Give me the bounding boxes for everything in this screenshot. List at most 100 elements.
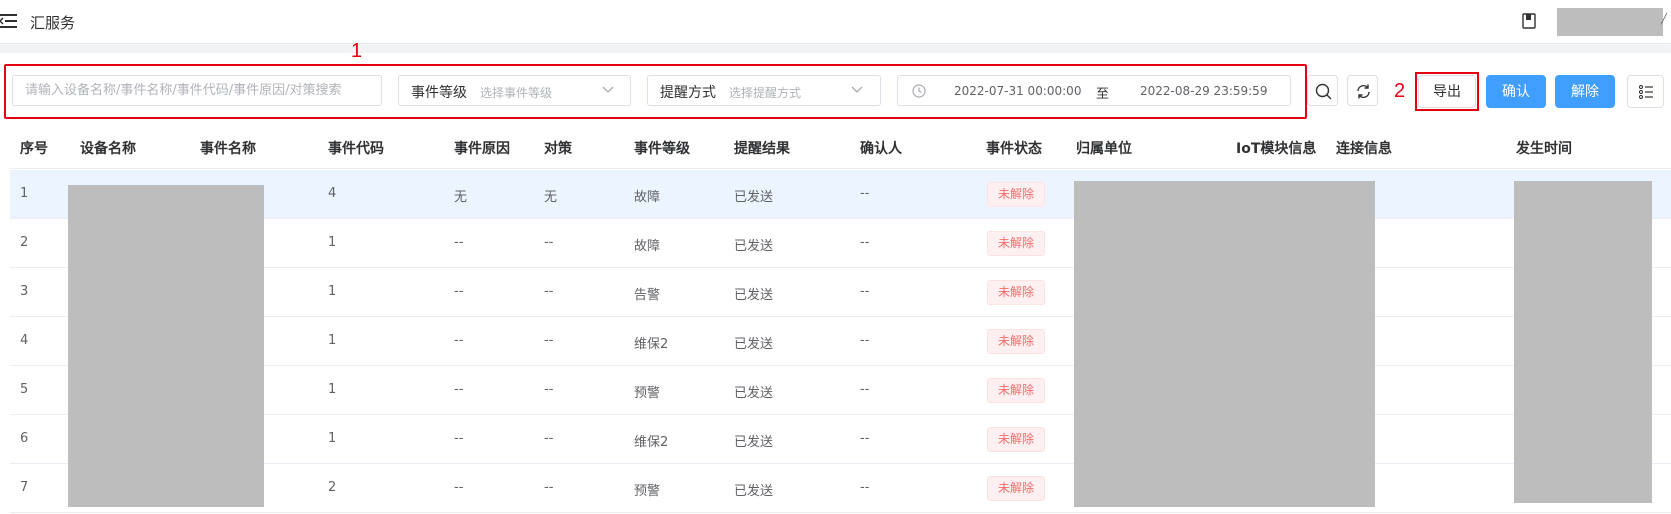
cell-level: 故障 bbox=[634, 239, 661, 254]
search-icon bbox=[1315, 83, 1332, 100]
cell-result: 已发送 bbox=[734, 435, 774, 450]
annotation-label-1: 1 bbox=[351, 40, 363, 62]
app-title: 汇服务 bbox=[30, 14, 76, 32]
date-end[interactable]: 2022-08-29 23:59:59 bbox=[1140, 84, 1267, 98]
cell-no: 3 bbox=[20, 284, 29, 299]
date-start[interactable]: 2022-07-31 00:00:00 bbox=[954, 84, 1081, 98]
cell-code: 1 bbox=[328, 333, 337, 348]
cell-result: 已发送 bbox=[734, 386, 774, 401]
cell-level: 维保2 bbox=[634, 435, 669, 450]
cell-level: 预警 bbox=[634, 484, 661, 499]
event-level-label: 事件等级 bbox=[411, 85, 467, 101]
cell-no: 1 bbox=[20, 186, 29, 201]
cell-measure: -- bbox=[544, 333, 554, 348]
status-badge: 未解除 bbox=[987, 378, 1045, 403]
column-header[interactable]: 事件原因 bbox=[454, 138, 510, 158]
column-header[interactable]: 归属单位 bbox=[1076, 138, 1132, 158]
cell-measure: -- bbox=[544, 284, 554, 299]
date-range-picker[interactable]: 2022-07-31 00:00:00 至 2022-08-29 23:59:5… bbox=[897, 75, 1291, 106]
refresh-button[interactable] bbox=[1347, 75, 1378, 106]
cell-result: 已发送 bbox=[734, 239, 774, 254]
column-header[interactable]: 事件名称 bbox=[200, 138, 256, 158]
cell-result: 已发送 bbox=[734, 288, 774, 303]
cell-code: 1 bbox=[328, 431, 337, 446]
cell-reason: -- bbox=[454, 480, 464, 495]
release-button[interactable]: 解除 bbox=[1555, 75, 1615, 108]
cell-confirmer: -- bbox=[860, 186, 870, 201]
cell-reason: -- bbox=[454, 333, 464, 348]
cell-measure: -- bbox=[544, 235, 554, 250]
table-header: 序号 设备名称 事件名称 事件代码 事件原因 对策 事件等级 提醒结果 确认人 … bbox=[10, 125, 1671, 169]
cell-result: 已发送 bbox=[734, 484, 774, 499]
column-header[interactable]: 对策 bbox=[544, 138, 572, 158]
cell-reason: -- bbox=[454, 431, 464, 446]
app-header: 汇服务 ╱ bbox=[0, 0, 1671, 44]
cell-no: 2 bbox=[20, 235, 29, 250]
event-level-placeholder: 选择事件等级 bbox=[480, 86, 553, 100]
cell-code: 2 bbox=[328, 480, 337, 495]
status-badge: 未解除 bbox=[987, 231, 1045, 256]
list-settings-icon bbox=[1639, 85, 1653, 99]
cell-reason: -- bbox=[454, 284, 464, 299]
cell-reason: -- bbox=[454, 235, 464, 250]
cell-code: 1 bbox=[328, 235, 337, 250]
cell-measure: -- bbox=[544, 480, 554, 495]
column-header[interactable]: IoT模块信息 bbox=[1236, 138, 1316, 158]
column-header[interactable]: 提醒结果 bbox=[734, 138, 790, 158]
cell-no: 6 bbox=[20, 431, 29, 446]
redacted-user-info[interactable] bbox=[1557, 8, 1663, 36]
cell-result: 已发送 bbox=[734, 337, 774, 352]
column-header[interactable]: 连接信息 bbox=[1336, 138, 1392, 158]
column-header[interactable]: 事件等级 bbox=[634, 138, 690, 158]
cell-confirmer: -- bbox=[860, 333, 870, 348]
column-header[interactable]: 事件状态 bbox=[986, 138, 1042, 158]
remind-method-select[interactable]: 提醒方式 选择提醒方式 bbox=[647, 75, 881, 106]
cell-code: 1 bbox=[328, 382, 337, 397]
redacted-occurrence-time bbox=[1514, 181, 1652, 503]
cell-measure: -- bbox=[544, 431, 554, 446]
cell-level: 维保2 bbox=[634, 337, 669, 352]
column-header[interactable]: 发生时间 bbox=[1516, 138, 1572, 158]
status-badge: 未解除 bbox=[987, 280, 1045, 305]
status-badge: 未解除 bbox=[987, 182, 1045, 207]
chevron-down-icon bbox=[851, 86, 863, 93]
redacted-device-event-names bbox=[68, 185, 264, 507]
column-header[interactable]: 序号 bbox=[20, 138, 48, 158]
cell-confirmer: -- bbox=[860, 480, 870, 495]
cell-no: 5 bbox=[20, 382, 29, 397]
hamburger-menu-icon[interactable] bbox=[0, 13, 18, 29]
column-header[interactable]: 设备名称 bbox=[80, 138, 136, 158]
user-dropdown-chevron-icon[interactable]: ╱ bbox=[1661, 14, 1667, 25]
search-input[interactable] bbox=[12, 75, 382, 106]
cell-reason: -- bbox=[454, 382, 464, 397]
chevron-down-icon bbox=[602, 86, 614, 93]
event-level-select[interactable]: 事件等级 选择事件等级 bbox=[398, 75, 631, 106]
column-header[interactable]: 事件代码 bbox=[328, 138, 384, 158]
cell-reason: 无 bbox=[454, 190, 468, 205]
search-button[interactable] bbox=[1307, 75, 1338, 106]
clock-icon bbox=[912, 84, 926, 98]
redacted-unit-iot-info bbox=[1074, 181, 1375, 507]
remind-method-placeholder: 选择提醒方式 bbox=[729, 86, 802, 100]
cell-confirmer: -- bbox=[860, 382, 870, 397]
status-badge: 未解除 bbox=[987, 427, 1045, 452]
events-table: 序号 设备名称 事件名称 事件代码 事件原因 对策 事件等级 提醒结果 确认人 … bbox=[10, 125, 1671, 514]
column-header[interactable]: 确认人 bbox=[860, 138, 902, 158]
annotation-box-export bbox=[1415, 72, 1479, 111]
cell-measure: -- bbox=[544, 382, 554, 397]
cell-confirmer: -- bbox=[860, 431, 870, 446]
cell-no: 4 bbox=[20, 333, 29, 348]
cell-level: 预警 bbox=[634, 386, 661, 401]
cell-level: 故障 bbox=[634, 190, 661, 205]
bookmark-icon[interactable] bbox=[1522, 13, 1536, 29]
column-settings-button[interactable] bbox=[1627, 75, 1664, 108]
cell-code: 1 bbox=[328, 284, 337, 299]
cell-confirmer: -- bbox=[860, 235, 870, 250]
confirm-button[interactable]: 确认 bbox=[1486, 75, 1546, 108]
refresh-icon bbox=[1357, 84, 1370, 99]
cell-result: 已发送 bbox=[734, 190, 774, 205]
cell-confirmer: -- bbox=[860, 284, 870, 299]
status-badge: 未解除 bbox=[987, 476, 1045, 501]
cell-code: 4 bbox=[328, 186, 337, 201]
date-separator: 至 bbox=[1096, 87, 1110, 102]
